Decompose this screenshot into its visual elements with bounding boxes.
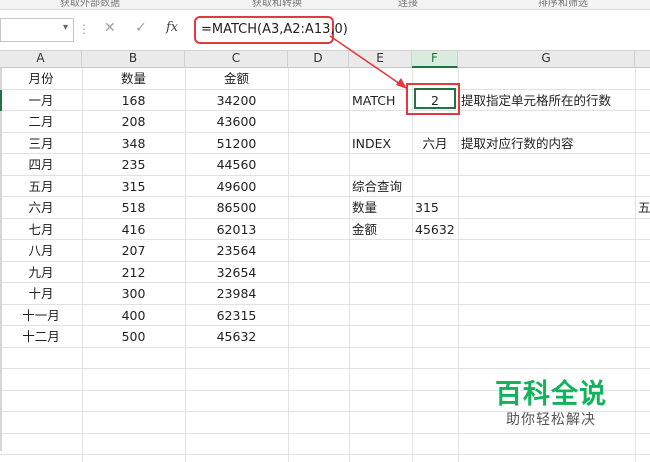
watermark-logo: 百科全说 助你轻松解决 [476, 372, 626, 429]
watermark-subtitle: 助你轻松解决 [506, 412, 596, 428]
watermark-title: 百科全说 [495, 379, 607, 410]
